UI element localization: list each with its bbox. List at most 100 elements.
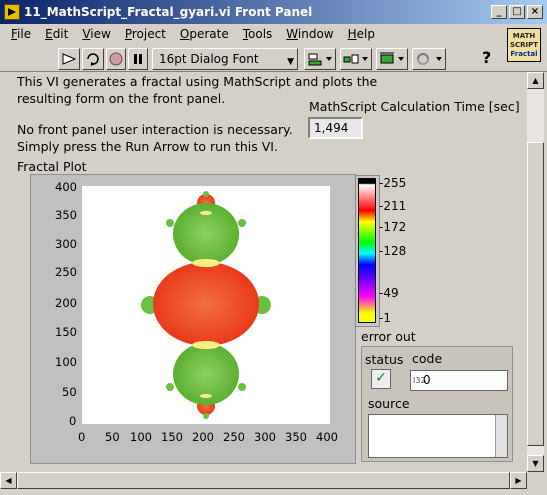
fractal-bulb-upper-right	[238, 219, 246, 227]
error-code-label: code	[412, 351, 443, 366]
context-help-button[interactable]: ?	[482, 48, 491, 67]
align-objects-icon	[308, 53, 332, 66]
error-code-indicator: I32 0	[410, 370, 508, 391]
menu-help[interactable]: Help	[341, 27, 382, 41]
vertical-scroll-thumb[interactable]	[527, 142, 544, 446]
error-source-label: source	[368, 396, 410, 411]
y-tick-label: 250	[55, 265, 77, 279]
pause-icon	[134, 54, 142, 64]
run-continuously-button[interactable]	[82, 48, 104, 70]
reorder-button[interactable]	[412, 48, 446, 70]
y-tick-label: 150	[55, 325, 77, 339]
x-tick-label: 0	[78, 430, 86, 444]
font-select-label: 16pt Dialog Font	[159, 52, 259, 66]
color-scale-label: -211	[379, 199, 407, 213]
color-scale-label: -1	[379, 311, 391, 325]
fractal-junction-bottom-small	[200, 394, 212, 398]
fractal-bulb-lower-right	[238, 383, 246, 391]
scroll-up-button[interactable]: ▲	[527, 72, 544, 89]
x-tick-label: 150	[161, 430, 183, 444]
error-status-indicator: ✓	[371, 369, 391, 389]
menu-tools[interactable]: Tools	[236, 27, 280, 41]
align-objects-button[interactable]	[304, 48, 336, 70]
menu-view[interactable]: View	[75, 27, 117, 41]
fractal-bulb-top-tip	[203, 191, 209, 197]
x-tick-label: 50	[105, 430, 120, 444]
vi-icon-line-2: SCRIPT	[509, 41, 539, 49]
calc-time-label: MathScript Calculation Time [sec]	[309, 99, 520, 114]
x-tick-label: 400	[316, 430, 338, 444]
fractal-plot-label: Fractal Plot	[17, 159, 87, 174]
calc-time-indicator: 1,494	[308, 117, 363, 139]
reorder-icon	[417, 53, 442, 65]
fractal-image	[141, 191, 271, 419]
x-tick-label: 350	[285, 430, 307, 444]
y-tick-label: 0	[69, 414, 77, 428]
y-tick-label: 100	[55, 355, 77, 369]
y-tick-label: 400	[55, 180, 77, 194]
run-continuously-icon	[87, 53, 99, 66]
run-arrow-icon	[62, 53, 77, 65]
x-tick-label: 200	[192, 430, 214, 444]
error-status-label: status	[365, 352, 404, 367]
description-line-3: No front panel user interaction is neces…	[17, 122, 293, 137]
color-scale[interactable]	[358, 178, 376, 323]
title-bar: 11_MathScript_Fractal_gyari.vi Front Pan…	[0, 0, 547, 24]
vi-icon-line-3: Fractal	[510, 50, 538, 58]
toolbar: 16pt Dialog Font ▼	[0, 44, 547, 72]
fractal-plot-area[interactable]	[82, 186, 330, 424]
fractal-junction-top	[192, 259, 220, 267]
font-select[interactable]: 16pt Dialog Font ▼	[152, 48, 298, 70]
fractal-junction-top-small	[200, 211, 212, 215]
distribute-objects-button[interactable]	[340, 48, 372, 70]
fractal-bulb-upper-left	[166, 219, 174, 227]
error-source-field	[368, 414, 508, 458]
scroll-down-button[interactable]: ▼	[527, 455, 544, 472]
menu-window[interactable]: Window	[279, 27, 340, 41]
menu-bar: File Edit View Project Operate Tools Win…	[0, 24, 547, 44]
color-scale-label: -49	[379, 286, 399, 300]
source-scrollbar[interactable]	[495, 415, 507, 457]
menu-file[interactable]: File	[4, 27, 38, 41]
color-scale-label: -128	[379, 244, 407, 258]
resize-objects-button[interactable]	[376, 48, 408, 70]
menu-edit[interactable]: Edit	[38, 27, 75, 41]
x-tick-label: 250	[223, 430, 245, 444]
error-out-label: error out	[361, 329, 416, 344]
y-tick-label: 200	[55, 296, 77, 310]
fractal-main-body	[153, 262, 259, 346]
vi-icon: MATH SCRIPT Fractal	[507, 28, 541, 62]
horizontal-scrollbar[interactable]: ◀ ▶	[0, 472, 527, 489]
y-tick-label: 350	[55, 208, 77, 222]
abort-button[interactable]	[106, 48, 126, 70]
x-tick-label: 300	[254, 430, 276, 444]
y-tick-label: 300	[55, 237, 77, 251]
resize-objects-icon	[380, 52, 404, 64]
menu-operate[interactable]: Operate	[173, 27, 236, 41]
description-line-1: This VI generates a fractal using MathSc…	[17, 74, 378, 89]
labview-run-icon	[4, 4, 20, 20]
window-title: 11_MathScript_Fractal_gyari.vi Front Pan…	[24, 5, 313, 19]
fractal-bulb-bottom-tip	[203, 413, 209, 419]
chevron-down-icon: ▼	[287, 57, 294, 67]
scroll-left-button[interactable]: ◀	[0, 472, 17, 489]
color-scale-label: -255	[379, 176, 407, 190]
color-scale-label: -172	[379, 220, 407, 234]
vertical-scrollbar[interactable]: ▲ ▼	[527, 72, 544, 472]
close-button[interactable]: ×	[527, 5, 543, 19]
i32-type-icon: I32	[413, 376, 426, 385]
minimize-button[interactable]: _	[491, 5, 507, 19]
abort-stop-icon	[109, 52, 123, 66]
scroll-right-button[interactable]: ▶	[510, 472, 527, 489]
menu-project[interactable]: Project	[118, 27, 173, 41]
distribute-objects-icon	[343, 54, 368, 64]
horizontal-scroll-thumb[interactable]	[17, 472, 510, 489]
pause-button[interactable]	[128, 48, 148, 70]
fractal-bulb-lower-left	[166, 383, 174, 391]
x-tick-label: 100	[130, 430, 152, 444]
run-arrow-button[interactable]	[58, 48, 80, 70]
fractal-junction-bottom	[192, 341, 220, 349]
description-line-2: resulting form on the front panel.	[17, 91, 226, 106]
maximize-button[interactable]: □	[509, 5, 525, 19]
description-line-4: Simply press the Run Arrow to run this V…	[17, 139, 278, 154]
